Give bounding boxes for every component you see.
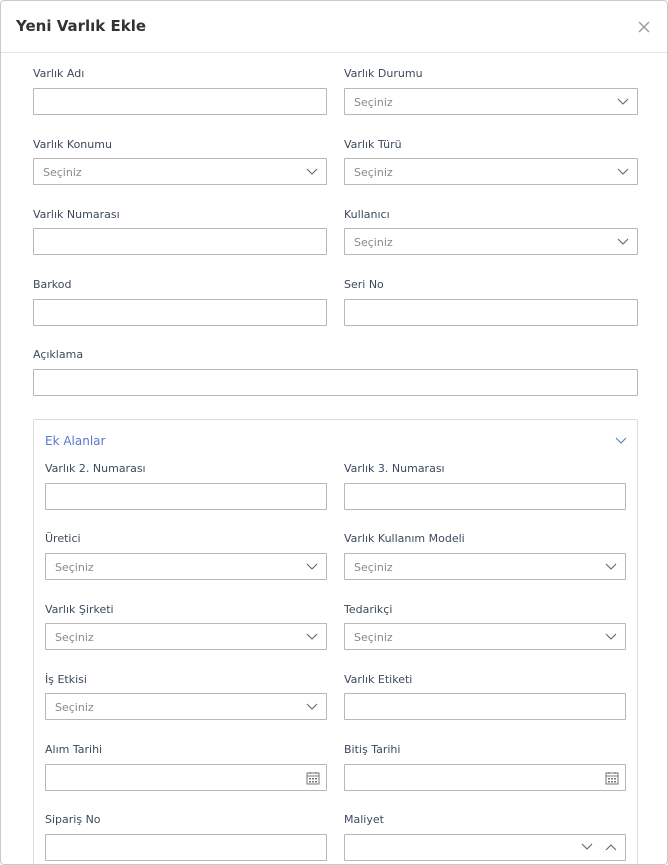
asset-number-2-input[interactable]	[45, 483, 327, 510]
serial-no-input[interactable]	[344, 299, 638, 326]
manufacturer-select[interactable]: Seçiniz	[45, 553, 327, 580]
chevron-down-icon	[605, 563, 617, 570]
asset-name-input[interactable]	[33, 88, 327, 115]
asset-location-select[interactable]: Seçiniz	[33, 158, 327, 185]
asset-status-label: Varlık Durumu	[344, 67, 423, 80]
chevron-down-icon	[306, 168, 318, 175]
cost-input[interactable]	[344, 834, 626, 861]
add-asset-modal: Yeni Varlık Ekle Varlık Adı Varlık Durum…	[0, 0, 668, 865]
asset-type-label: Varlık Türü	[344, 138, 402, 151]
business-impact-select[interactable]: Seçiniz	[45, 693, 327, 720]
chevron-down-icon[interactable]	[615, 437, 627, 445]
asset-status-select[interactable]: Seçiniz	[344, 88, 638, 115]
supplier-value: Seçiniz	[354, 631, 393, 644]
usage-model-select[interactable]: Seçiniz	[344, 553, 626, 580]
purchase-date-label: Alım Tarihi	[45, 743, 103, 756]
description-input[interactable]	[33, 369, 638, 396]
company-select[interactable]: Seçiniz	[45, 623, 327, 650]
asset-tag-input[interactable]	[344, 693, 626, 720]
serial-no-label: Seri No	[344, 278, 384, 291]
end-date-label: Bitiş Tarihi	[344, 743, 401, 756]
manufacturer-label: Üretici	[45, 532, 81, 545]
close-icon[interactable]	[635, 18, 653, 36]
company-value: Seçiniz	[55, 631, 94, 644]
order-no-label: Sipariş No	[45, 813, 101, 826]
chevron-down-icon	[617, 168, 629, 175]
modal-header: Yeni Varlık Ekle	[1, 1, 667, 53]
asset-number-3-label: Varlık 3. Numarası	[344, 462, 445, 475]
modal-title: Yeni Varlık Ekle	[16, 17, 147, 35]
asset-tag-label: Varlık Etiketi	[344, 673, 413, 686]
usage-model-label: Varlık Kullanım Modeli	[344, 532, 465, 545]
calendar-icon[interactable]	[306, 771, 320, 785]
purchase-date-input[interactable]	[45, 764, 327, 791]
chevron-down-icon	[306, 563, 318, 570]
cost-label: Maliyet	[344, 813, 384, 826]
asset-number-label: Varlık Numarası	[33, 208, 120, 221]
manufacturer-value: Seçiniz	[55, 561, 94, 574]
chevron-down-icon	[605, 633, 617, 640]
usage-model-value: Seçiniz	[354, 561, 393, 574]
end-date-input[interactable]	[344, 764, 626, 791]
asset-status-value: Seçiniz	[354, 96, 393, 109]
description-label: Açıklama	[33, 348, 84, 361]
asset-number-input[interactable]	[33, 228, 327, 255]
chevron-down-icon[interactable]	[581, 843, 593, 851]
business-impact-label: İş Etkisi	[45, 673, 87, 686]
business-impact-value: Seçiniz	[55, 701, 94, 714]
user-select[interactable]: Seçiniz	[344, 228, 638, 255]
asset-name-label: Varlık Adı	[33, 67, 85, 80]
barcode-input[interactable]	[33, 299, 327, 326]
company-label: Varlık Şirketi	[45, 603, 114, 616]
user-label: Kullanıcı	[344, 208, 390, 221]
chevron-down-icon	[306, 633, 318, 640]
supplier-select[interactable]: Seçiniz	[344, 623, 626, 650]
barcode-label: Barkod	[33, 278, 72, 291]
asset-number-2-label: Varlık 2. Numarası	[45, 462, 146, 475]
extra-fields-title[interactable]: Ek Alanlar	[45, 434, 105, 448]
order-no-input[interactable]	[45, 834, 327, 861]
asset-type-select[interactable]: Seçiniz	[344, 158, 638, 185]
asset-location-label: Varlık Konumu	[33, 138, 112, 151]
user-value: Seçiniz	[354, 236, 393, 249]
calendar-icon[interactable]	[605, 771, 619, 785]
chevron-down-icon	[617, 238, 629, 245]
supplier-label: Tedarikçi	[344, 603, 393, 616]
chevron-up-icon[interactable]	[605, 843, 617, 851]
chevron-down-icon	[306, 703, 318, 710]
chevron-down-icon	[617, 98, 629, 105]
asset-type-value: Seçiniz	[354, 166, 393, 179]
asset-location-value: Seçiniz	[43, 166, 82, 179]
asset-number-3-input[interactable]	[344, 483, 626, 510]
